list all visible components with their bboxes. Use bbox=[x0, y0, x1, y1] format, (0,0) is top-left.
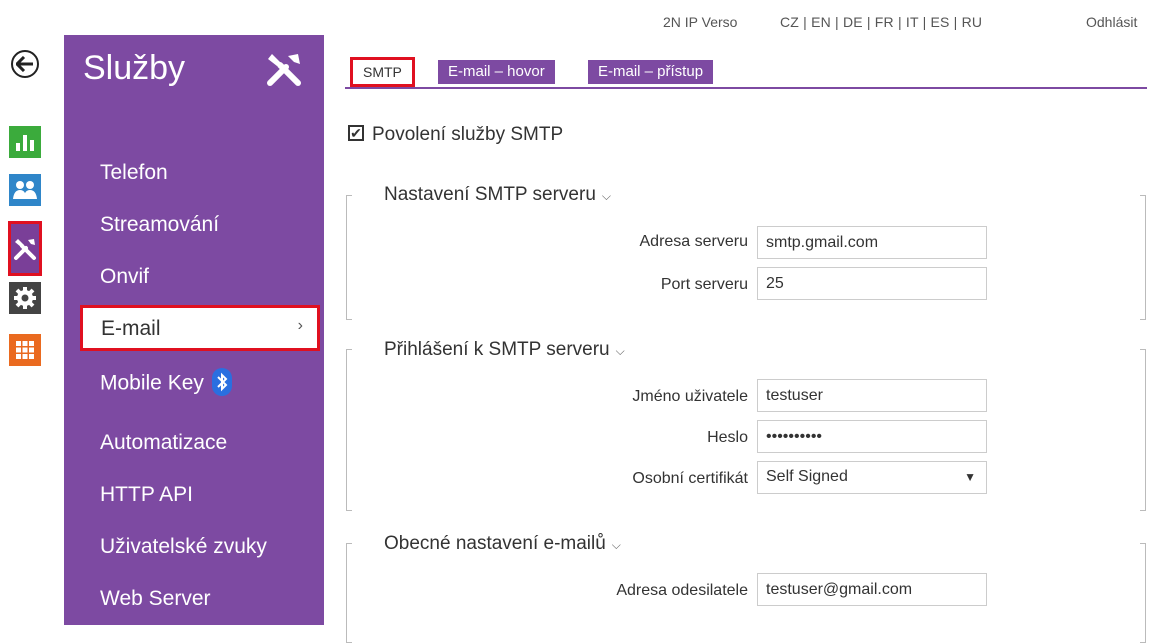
section-border-left bbox=[346, 543, 352, 643]
section-border-right bbox=[1140, 195, 1146, 320]
arrow-left-icon bbox=[16, 56, 33, 72]
tab-underline bbox=[345, 87, 1147, 89]
enable-smtp-label: Povolení služby SMTP bbox=[372, 124, 564, 145]
section-general-title[interactable]: Obecné nastavení e-mailů ⌵ bbox=[384, 533, 621, 555]
tab-email-call[interactable]: E-mail – hovor bbox=[438, 60, 555, 84]
server-port-input[interactable] bbox=[757, 267, 987, 300]
tools-icon[interactable] bbox=[8, 221, 42, 276]
sidebar-item-label: E-mail bbox=[101, 317, 161, 340]
server-address-label: Adresa serveru bbox=[639, 233, 749, 250]
server-port-label: Port serveru bbox=[660, 276, 748, 293]
sender-address-input[interactable] bbox=[757, 573, 987, 606]
certificate-label: Osobní certifikát bbox=[632, 470, 748, 487]
tab-email-access[interactable]: E-mail – přístup bbox=[588, 60, 714, 84]
users-icon[interactable] bbox=[9, 174, 41, 206]
sidebar-item-web-server[interactable]: Web Server bbox=[100, 587, 211, 611]
section-title-text: Nastavení SMTP serveru bbox=[384, 184, 596, 205]
tab-smtp[interactable]: SMTP bbox=[350, 57, 415, 87]
device-name: 2N IP Verso bbox=[663, 14, 738, 30]
certificate-select[interactable]: Self Signed ▼ bbox=[757, 461, 987, 494]
sidebar-item-http-api[interactable]: HTTP API bbox=[100, 483, 193, 507]
sidebar-item-onvif[interactable]: Onvif bbox=[100, 265, 149, 289]
sidebar-item-label: Mobile Key bbox=[100, 371, 204, 395]
section-title-text: Obecné nastavení e-mailů bbox=[384, 533, 606, 554]
server-address-input[interactable] bbox=[757, 226, 987, 259]
stats-icon[interactable] bbox=[9, 126, 41, 158]
sidebar-item-telefon[interactable]: Telefon bbox=[100, 161, 168, 185]
sender-address-label: Adresa odesilatele bbox=[616, 582, 748, 599]
menu-title: Služby bbox=[83, 49, 186, 87]
language-selector[interactable]: CZ | EN | DE | FR | IT | ES | RU bbox=[780, 14, 982, 30]
password-input[interactable] bbox=[757, 420, 987, 453]
section-border-left bbox=[346, 195, 352, 320]
section-border-left bbox=[346, 349, 352, 511]
chevron-right-icon: › bbox=[297, 317, 303, 334]
sidebar-item-automation[interactable]: Automatizace bbox=[100, 431, 227, 455]
sidebar-item-email[interactable]: E-mail › bbox=[80, 305, 320, 351]
section-title-text: Přihlášení k SMTP serveru bbox=[384, 339, 610, 360]
dropdown-arrow-icon: ▼ bbox=[964, 470, 976, 484]
back-button[interactable] bbox=[11, 50, 39, 78]
password-label: Heslo bbox=[707, 429, 748, 446]
sidebar-item-user-sounds[interactable]: Uživatelské zvuky bbox=[100, 535, 267, 559]
section-border-right bbox=[1140, 543, 1146, 643]
section-server-title[interactable]: Nastavení SMTP serveru ⌵ bbox=[384, 184, 611, 206]
services-menu: Služby Telefon Streamování Onvif E-mail … bbox=[64, 35, 324, 625]
chevron-down-icon: ⌵ bbox=[615, 344, 625, 358]
enable-smtp-checkbox[interactable]: ✔ bbox=[348, 124, 364, 141]
sidebar-item-streaming[interactable]: Streamování bbox=[100, 213, 219, 237]
sidebar-item-mobile-key[interactable]: Mobile Key bbox=[100, 368, 232, 398]
logout-link[interactable]: Odhlásit bbox=[1086, 14, 1137, 30]
enable-smtp-row[interactable]: ✔ Povolení služby SMTP bbox=[348, 124, 563, 146]
certificate-selected-value: Self Signed bbox=[766, 468, 848, 485]
chevron-down-icon: ⌵ bbox=[611, 538, 621, 552]
chevron-down-icon: ⌵ bbox=[601, 189, 612, 203]
section-border-right bbox=[1140, 349, 1146, 511]
gear-icon[interactable] bbox=[9, 282, 41, 314]
bluetooth-icon bbox=[211, 368, 232, 396]
username-label: Jméno uživatele bbox=[632, 388, 748, 405]
section-login-title[interactable]: Přihlášení k SMTP serveru ⌵ bbox=[384, 339, 625, 361]
apps-icon[interactable] bbox=[9, 334, 41, 366]
tools-icon bbox=[264, 51, 304, 92]
username-input[interactable] bbox=[757, 379, 987, 412]
